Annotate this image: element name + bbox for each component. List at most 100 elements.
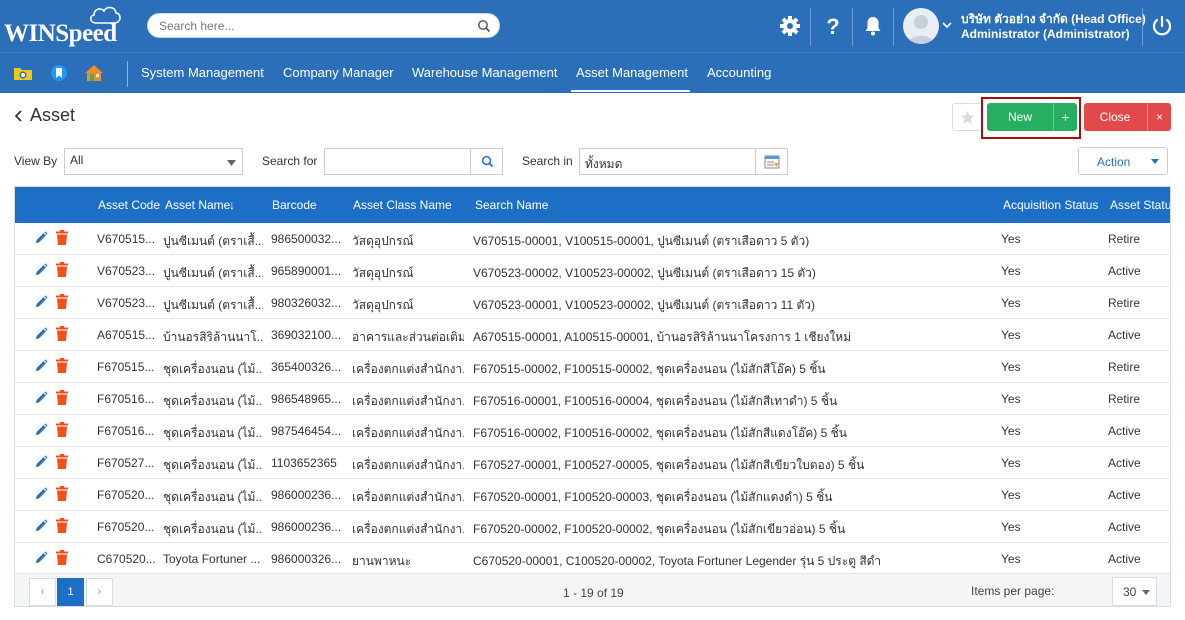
new-plus-button[interactable]: + [1053,103,1077,131]
edit-icon[interactable] [34,423,48,437]
edit-icon[interactable] [34,487,48,501]
cell-asset-code: F670516... [97,424,155,438]
col-asset-status[interactable]: Asset Status [1110,198,1170,212]
edit-icon[interactable] [34,359,48,373]
trash-icon[interactable] [56,326,68,341]
action-label: Action [1097,155,1131,169]
search-in-label: Search in [522,154,573,168]
favorite-button[interactable] [952,103,982,131]
chevron-down-icon[interactable] [942,22,952,29]
edit-icon[interactable] [34,391,48,405]
close-button[interactable]: Close × [1084,103,1171,131]
trash-icon[interactable] [56,486,68,501]
search-for-button[interactable] [470,148,503,175]
next-page-button[interactable]: › [86,578,113,606]
items-per-page-value: 30 [1123,585,1137,599]
table-row[interactable]: V670523... ปูนซีเมนต์ (ตราเสื้... 96589000… [15,255,1170,287]
close-button-label: Close [1099,110,1131,124]
sort-arrow-icon: ↓ [229,198,235,212]
cell-asset-class-name: วัสดุอุปกรณ์ [352,298,414,312]
table-row[interactable]: F670516... ชุดเครื่องนอน (ไม้... 986548965… [15,383,1170,415]
trash-icon[interactable] [56,294,68,309]
trash-icon[interactable] [56,422,68,437]
cell-search-name: F670515-00002, F100515-00002, ชุดเครื่อง… [473,362,826,376]
folder-clock-icon[interactable] [13,63,33,83]
table-row[interactable]: A670515... บ้านอรสิริล้านนาโ... 369032100.… [15,319,1170,351]
search-in-field[interactable]: ทั้งหมด [579,148,756,175]
nav-company-manager[interactable]: Company Manager [283,65,394,80]
view-by-select[interactable]: All [64,148,243,175]
table-row[interactable]: F670527... ชุดเครื่องนอน (ไม้... 110365236… [15,447,1170,479]
new-button[interactable]: New + [987,103,1077,131]
trash-icon[interactable] [56,390,68,405]
cell-search-name: F670516-00001, F100516-00004, ชุดเครื่อง… [473,394,838,408]
star-icon [960,110,975,124]
power-icon[interactable] [1151,15,1173,37]
trash-icon[interactable] [56,358,68,373]
gear-icon[interactable] [778,14,802,38]
cell-asset-name: ชุดเครื่องนอน (ไม้... [163,426,263,440]
chevron-down-icon [1151,159,1159,164]
cell-asset-status: Active [1108,328,1141,342]
bell-icon[interactable] [861,14,885,38]
edit-icon[interactable] [34,455,48,469]
trash-icon[interactable] [56,518,68,533]
prev-page-button[interactable]: ‹ [29,578,56,606]
search-for-input[interactable] [324,148,471,175]
cell-acquisition-status: Yes [1001,424,1021,438]
table-row[interactable]: F670516... ชุดเครื่องนอน (ไม้... 987546454… [15,415,1170,447]
cell-acquisition-status: Yes [1001,488,1021,502]
table-row[interactable]: C670520... Toyota Fortuner ... 986000326..… [15,543,1170,575]
app-logo[interactable]: WINSpeed [4,20,117,48]
col-asset-code[interactable]: Asset Code [98,198,160,212]
cell-asset-status: Active [1108,488,1141,502]
cell-asset-code: F670516... [97,392,155,406]
edit-icon[interactable] [34,263,48,277]
edit-icon[interactable] [34,519,48,533]
back-chevron-icon[interactable] [14,109,24,123]
cell-asset-class-name: เครื่องตกแต่งสำนักงา... [352,458,464,472]
search-icon[interactable] [477,19,491,33]
global-search[interactable] [147,13,500,38]
asset-grid: Asset Code Asset Name ↓ Barcode Asset Cl… [14,186,1171,607]
close-x-button[interactable]: × [1147,103,1171,131]
edit-icon[interactable] [34,327,48,341]
bookmark-icon[interactable] [49,63,69,83]
trash-icon[interactable] [56,454,68,469]
col-barcode[interactable]: Barcode [272,198,317,212]
table-row[interactable]: F670515... ชุดเครื่องนอน (ไม้... 365400326… [15,351,1170,383]
search-in-picker-button[interactable] [755,148,788,175]
col-asset-class-name[interactable]: Asset Class Name [353,198,452,212]
trash-icon[interactable] [56,262,68,277]
edit-icon[interactable] [34,231,48,245]
nav-system-management[interactable]: System Management [141,65,264,80]
table-row[interactable]: V670523... ปูนซีเมนต์ (ตราเสื้... 98032603… [15,287,1170,319]
action-dropdown[interactable]: Action [1078,147,1168,175]
cell-barcode: 986000236... [271,488,342,502]
global-search-input[interactable] [148,14,458,37]
col-acquisition-status[interactable]: Acquisition Status [1003,198,1098,212]
home-icon[interactable] [84,63,104,83]
edit-icon[interactable] [34,551,48,565]
table-row[interactable]: F670520... ชุดเครื่องนอน (ไม้... 986000236… [15,511,1170,543]
page-1-button[interactable]: 1 [57,578,84,606]
trash-icon[interactable] [56,550,68,565]
nav-warehouse-management[interactable]: Warehouse Management [412,65,558,80]
cell-asset-name: ชุดเครื่องนอน (ไม้... [163,458,263,472]
items-per-page-select[interactable]: 30 [1112,577,1157,606]
cell-acquisition-status: Yes [1001,552,1021,566]
nav-asset-management[interactable]: Asset Management [576,65,688,80]
table-row[interactable]: V670515... ปูนซีเมนต์ (ตราเสื้... 98650003… [15,223,1170,255]
trash-icon[interactable] [56,230,68,245]
cell-asset-status: Active [1108,424,1141,438]
col-search-name[interactable]: Search Name [475,198,548,212]
col-asset-name[interactable]: Asset Name [165,198,230,212]
edit-icon[interactable] [34,295,48,309]
user-name[interactable]: Administrator (Administrator) [961,27,1130,41]
help-icon[interactable]: ? [821,14,845,38]
nav-accounting[interactable]: Accounting [707,65,771,80]
table-row[interactable]: F670520... ชุดเครื่องนอน (ไม้... 986000236… [15,479,1170,511]
cell-barcode: 965890001... [271,264,342,278]
avatar[interactable] [903,8,939,44]
cell-asset-status: Active [1108,264,1141,278]
